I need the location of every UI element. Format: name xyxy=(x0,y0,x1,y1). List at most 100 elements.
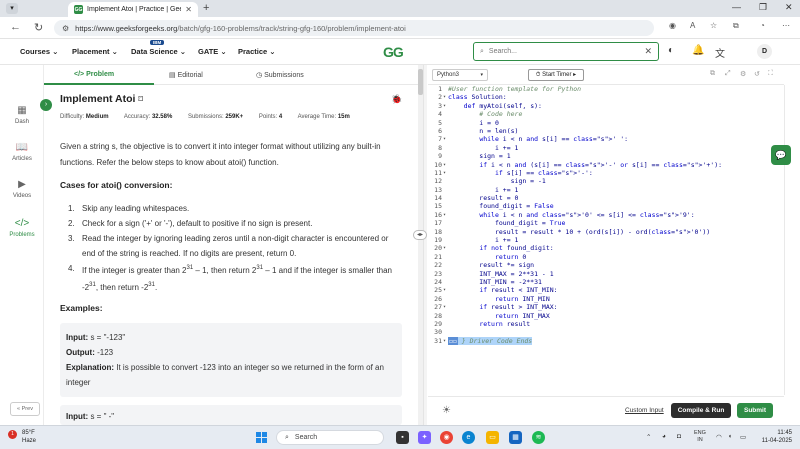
code-line[interactable]: 31 ▾ ▭▭ } Driver Code Ends xyxy=(428,336,784,346)
code-line[interactable]: 1 #User function template for Python xyxy=(428,85,784,93)
store-icon[interactable]: ▦ xyxy=(509,431,522,444)
fold-toggle-icon[interactable]: ▾ xyxy=(443,102,447,110)
code-line[interactable]: 13 i += 1 xyxy=(428,186,784,194)
code-line[interactable]: 10 ▾ if i < n and (s[i] == class="s">'-' … xyxy=(428,161,784,169)
prev-button[interactable]: « Prev xyxy=(10,402,40,416)
code-line[interactable]: 29 return result xyxy=(428,320,784,328)
tray-app2-icon[interactable]: ◘ xyxy=(677,433,681,440)
site-info-icon[interactable]: ⚙ xyxy=(62,24,69,33)
fold-toggle-icon[interactable]: ▾ xyxy=(443,161,447,169)
site-search-input[interactable]: ⌕ Search... ✕ xyxy=(473,42,659,61)
fold-toggle-icon[interactable]: ▾ xyxy=(443,211,447,219)
code-line[interactable]: 12 sign = -1 xyxy=(428,177,784,185)
fold-toggle-icon[interactable]: ▾ xyxy=(443,337,447,345)
battery-icon[interactable]: ▭ xyxy=(740,433,746,441)
code-line[interactable]: 14 result = 0 xyxy=(428,194,784,202)
edge-icon[interactable]: e xyxy=(462,431,475,444)
clear-search-icon[interactable]: ✕ xyxy=(644,46,652,57)
tray-app-icon[interactable]: ◕ xyxy=(662,433,666,440)
menu-data-science[interactable]: Data Science ⌄ xyxy=(131,47,186,56)
gfg-logo[interactable]: GG xyxy=(383,44,404,60)
extension-icon[interactable]: ◉ xyxy=(669,21,676,30)
chat-icon[interactable]: 💬 xyxy=(771,145,791,165)
code-area[interactable]: 1 #User function template for Python 2 ▾ cla… xyxy=(428,85,784,346)
code-line[interactable]: 27 ▾ if result > INT_MAX: xyxy=(428,303,784,311)
minimize-icon[interactable]: — xyxy=(732,2,741,12)
settings-icon[interactable]: ⚙ xyxy=(740,70,746,78)
submit-button[interactable]: Submit xyxy=(737,403,773,418)
copy-icon[interactable]: ⧉ xyxy=(710,70,715,78)
code-line[interactable]: 11 ▾ if s[i] == class="s">'-': xyxy=(428,169,784,177)
tray-chevron-icon[interactable]: ⌃ xyxy=(646,433,651,441)
language-select[interactable]: Python3 ▾ xyxy=(432,69,488,81)
code-line[interactable]: 8 i += 1 xyxy=(428,144,784,152)
code-line[interactable]: 25 ▾ if result < INT_MIN: xyxy=(428,286,784,294)
bookmark-icon[interactable]: ⌑ xyxy=(138,94,143,104)
new-tab-icon[interactable]: + xyxy=(203,2,209,14)
code-line[interactable]: 30 xyxy=(428,328,784,336)
code-line[interactable]: 24 INT_MIN = -2**31 xyxy=(428,278,784,286)
tab-problem[interactable]: </> Problem xyxy=(74,71,114,78)
system-clock[interactable]: 11:45 11-04-2025 xyxy=(758,429,792,445)
code-line[interactable]: 17 found_digit = True xyxy=(428,219,784,227)
url-field[interactable]: ⚙ https://www.geeksforgeeks.org/batch/gf… xyxy=(54,20,654,36)
code-line[interactable]: 28 return INT_MAX xyxy=(428,312,784,320)
copilot-icon[interactable]: ✦ xyxy=(418,431,431,444)
fold-toggle-icon[interactable]: ▾ xyxy=(443,135,447,143)
expand-icon[interactable]: ⛶ xyxy=(768,70,773,78)
code-line[interactable]: 15 found_digit = False xyxy=(428,202,784,210)
hint-bulb-icon[interactable]: ☀ xyxy=(442,405,451,416)
language-indicator[interactable]: ENG IN xyxy=(694,430,706,444)
menu-practice[interactable]: Practice ⌄ xyxy=(238,47,276,56)
taskbar-search-input[interactable]: ⌕ Search xyxy=(276,430,384,445)
close-window-icon[interactable]: ✕ xyxy=(785,2,793,13)
fold-toggle-icon[interactable]: ▾ xyxy=(443,93,447,101)
menu-placement[interactable]: Placement ⌄ xyxy=(72,47,118,56)
code-line[interactable]: 6 n = len(s) xyxy=(428,127,784,135)
editor-scrollbar[interactable] xyxy=(784,85,794,395)
code-line[interactable]: 2 ▾ class Solution: xyxy=(428,93,784,101)
tab-editorial[interactable]: ▤ Editorial xyxy=(169,71,203,79)
reset-icon[interactable]: ↺ xyxy=(754,70,760,78)
code-line[interactable]: 22 result *= sign xyxy=(428,261,784,269)
favorite-star-icon[interactable]: ☆ xyxy=(710,21,717,30)
sidenav-item-articles[interactable]: 📖 Articles xyxy=(0,142,44,162)
code-line[interactable]: 20 ▾ if not found_digit: xyxy=(428,244,784,252)
chrome-icon[interactable]: ◉ xyxy=(440,431,453,444)
profile-icon[interactable]: ◔ xyxy=(760,21,765,30)
sidenav-item-videos[interactable]: ▶ Videos xyxy=(0,179,44,199)
code-line[interactable]: 5 i = 0 xyxy=(428,119,784,127)
fold-toggle-icon[interactable]: ▾ xyxy=(443,303,447,311)
read-aloud-icon[interactable]: A xyxy=(690,21,695,30)
translate-icon[interactable]: 文 xyxy=(715,45,725,60)
browser-tab-active[interactable]: GG Implement Atoi | Practice | Geeksf ✕ xyxy=(68,2,198,17)
start-menu-icon[interactable] xyxy=(256,432,267,443)
weather-widget[interactable]: 1 85°F Haze xyxy=(8,429,36,445)
menu-courses[interactable]: Courses ⌄ xyxy=(20,47,58,56)
collections-icon[interactable]: ⧉ xyxy=(733,21,739,31)
collapse-sidebar-button[interactable]: › xyxy=(40,99,52,111)
maximize-icon[interactable]: ❐ xyxy=(759,2,767,13)
fold-toggle-icon[interactable]: ▾ xyxy=(443,286,447,294)
sidenav-item-dash[interactable]: ▦ Dash xyxy=(0,105,44,125)
code-line[interactable]: 9 sign = 1 xyxy=(428,152,784,160)
notification-bell-icon[interactable]: 🔔 xyxy=(692,45,704,56)
back-icon[interactable]: ← xyxy=(10,21,21,33)
close-tab-icon[interactable]: ✕ xyxy=(185,5,192,14)
code-line[interactable]: 7 ▾ while i < n and s[i] == class="s">' '… xyxy=(428,135,784,143)
more-menu-icon[interactable]: ⋯ xyxy=(782,21,790,30)
tab-search-icon[interactable]: ▾ xyxy=(6,3,18,14)
volume-icon[interactable]: ◖ xyxy=(728,433,732,440)
theme-toggle-icon[interactable]: ◐ xyxy=(668,45,674,56)
spotify-icon[interactable]: ≋ xyxy=(532,431,545,444)
panel-divider[interactable] xyxy=(423,65,427,425)
task-view-icon[interactable]: ▪ xyxy=(396,431,409,444)
menu-gate[interactable]: GATE ⌄ xyxy=(198,47,227,56)
avatar[interactable]: D xyxy=(757,44,772,59)
code-line[interactable]: 23 INT_MAX = 2**31 - 1 xyxy=(428,270,784,278)
wifi-icon[interactable]: ◠ xyxy=(716,433,722,441)
fold-toggle-icon[interactable]: ▾ xyxy=(443,169,447,177)
report-bug-icon[interactable]: 🐞 xyxy=(391,94,402,105)
code-line[interactable]: 26 return INT_MIN xyxy=(428,295,784,303)
code-line[interactable]: 16 ▾ while i < n and class="s">'0' <= s[i… xyxy=(428,211,784,219)
